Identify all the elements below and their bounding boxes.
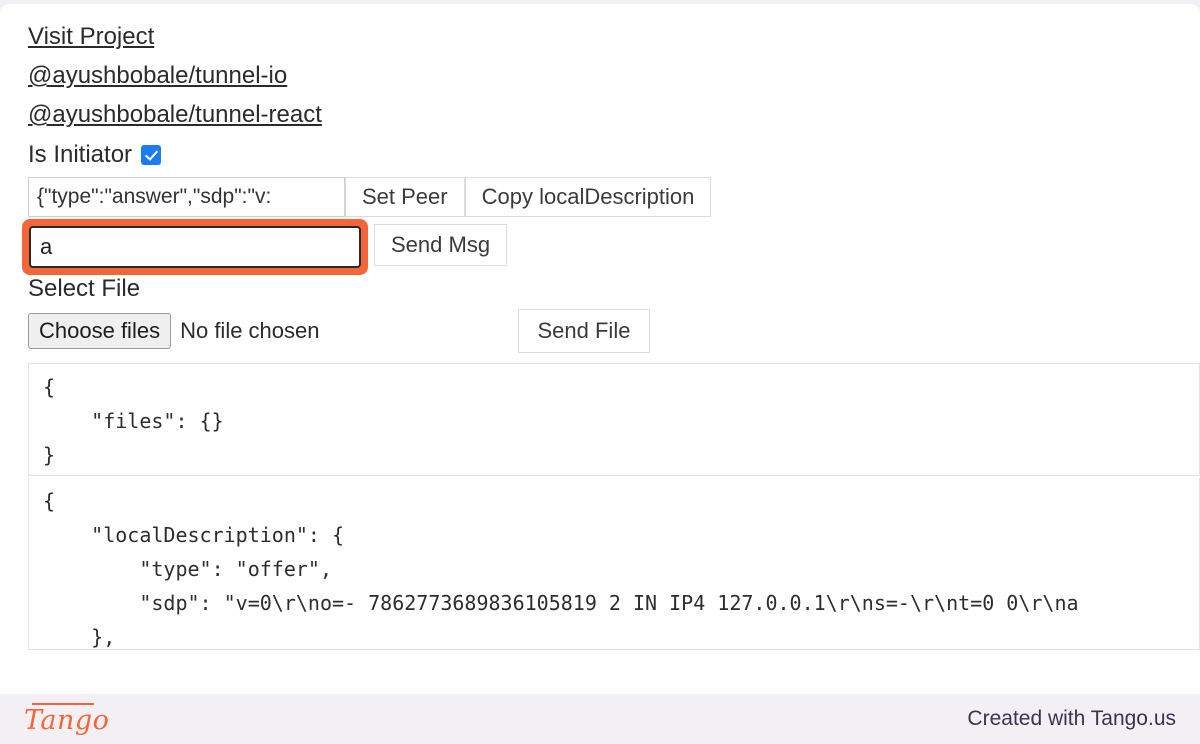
peer-description-input[interactable] bbox=[28, 177, 345, 217]
link-row-tunnel-io: @ayushbobale/tunnel-io bbox=[28, 61, 1200, 91]
no-file-chosen-text: No file chosen bbox=[180, 318, 320, 343]
file-input-row: Choose files No file chosen Send File bbox=[28, 309, 1200, 353]
send-msg-button[interactable]: Send Msg bbox=[374, 224, 508, 266]
select-file-label: Select File bbox=[28, 275, 141, 302]
message-control-row: Send Msg bbox=[22, 215, 1200, 275]
link-row-tunnel-react: @ayushbobale/tunnel-react bbox=[28, 100, 1200, 130]
link-visit-project[interactable]: Visit Project bbox=[28, 22, 154, 52]
link-tunnel-io[interactable]: @ayushbobale/tunnel-io bbox=[28, 61, 287, 91]
is-initiator-row: Is Initiator bbox=[28, 141, 1200, 169]
files-json-block: { "files": {} } bbox=[28, 363, 1200, 476]
choose-files-button[interactable]: Choose files bbox=[28, 313, 172, 349]
send-file-button[interactable]: Send File bbox=[517, 309, 651, 353]
footer-credit-text: Created with Tango.us bbox=[967, 707, 1176, 730]
page-root: Visit Project @ayushbobale/tunnel-io @ay… bbox=[0, 0, 1200, 744]
link-tunnel-react[interactable]: @ayushbobale/tunnel-react bbox=[28, 100, 322, 130]
local-description-json-block: { "localDescription": { "type": "offer",… bbox=[28, 478, 1200, 650]
footer-bar: Tango Created with Tango.us bbox=[0, 694, 1200, 744]
copy-local-description-button[interactable]: Copy localDescription bbox=[464, 177, 712, 217]
is-initiator-checkbox[interactable] bbox=[141, 145, 162, 165]
main-content: Visit Project @ayushbobale/tunnel-io @ay… bbox=[22, 22, 1200, 652]
tango-logo: Tango bbox=[24, 702, 110, 736]
link-row-visit-project: Visit Project bbox=[28, 22, 1200, 52]
set-peer-button[interactable]: Set Peer bbox=[345, 177, 465, 217]
is-initiator-label: Is Initiator bbox=[28, 141, 133, 168]
message-input[interactable] bbox=[29, 226, 361, 268]
peer-control-row: Set Peer Copy localDescription bbox=[28, 177, 1200, 217]
focus-highlight-ring bbox=[22, 219, 368, 275]
app-canvas: Visit Project @ayushbobale/tunnel-io @ay… bbox=[0, 4, 1200, 694]
